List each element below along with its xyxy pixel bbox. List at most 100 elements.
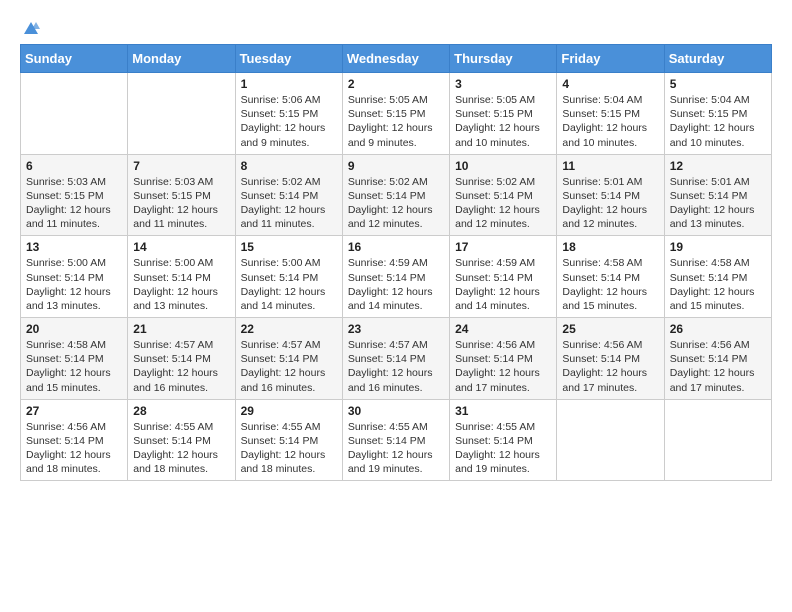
day-detail: Sunrise: 4:56 AM Sunset: 5:14 PM Dayligh… <box>562 338 658 395</box>
calendar-day-header: Sunday <box>21 45 128 73</box>
calendar-day-header: Monday <box>128 45 235 73</box>
day-number: 23 <box>348 322 444 336</box>
day-detail: Sunrise: 4:55 AM Sunset: 5:14 PM Dayligh… <box>241 420 337 477</box>
day-detail: Sunrise: 4:58 AM Sunset: 5:14 PM Dayligh… <box>26 338 122 395</box>
day-number: 15 <box>241 240 337 254</box>
calendar-cell: 17 Sunrise: 4:59 AM Sunset: 5:14 PM Dayli… <box>450 236 557 318</box>
calendar-cell: 25 Sunrise: 4:56 AM Sunset: 5:14 PM Dayli… <box>557 318 664 400</box>
calendar-cell: 16Sunrise: 4:59 AM Sunset: 5:14 PM Dayli… <box>342 236 449 318</box>
day-number: 29 <box>241 404 337 418</box>
day-detail: Sunrise: 5:02 AM Sunset: 5:14 PM Dayligh… <box>348 175 444 232</box>
calendar-cell: 19 Sunrise: 4:58 AM Sunset: 5:14 PM Dayli… <box>664 236 771 318</box>
calendar-cell: 6 Sunrise: 5:03 AM Sunset: 5:15 PM Daylig… <box>21 154 128 236</box>
calendar-cell: 12Sunrise: 5:01 AM Sunset: 5:14 PM Dayli… <box>664 154 771 236</box>
calendar-cell: 22 Sunrise: 4:57 AM Sunset: 5:14 PM Dayli… <box>235 318 342 400</box>
day-number: 10 <box>455 159 551 173</box>
calendar-cell <box>557 399 664 481</box>
day-detail: Sunrise: 4:55 AM Sunset: 5:14 PM Dayligh… <box>133 420 229 477</box>
day-detail: Sunrise: 4:57 AM Sunset: 5:14 PM Dayligh… <box>133 338 229 395</box>
calendar-cell: 4 Sunrise: 5:04 AM Sunset: 5:15 PM Daylig… <box>557 73 664 155</box>
calendar-week-row: 1Sunrise: 5:06 AM Sunset: 5:15 PM Daylig… <box>21 73 772 155</box>
day-number: 1 <box>241 77 337 91</box>
calendar-cell: 28Sunrise: 4:55 AM Sunset: 5:14 PM Dayli… <box>128 399 235 481</box>
day-detail: Sunrise: 4:58 AM Sunset: 5:14 PM Dayligh… <box>562 256 658 313</box>
calendar-cell: 18 Sunrise: 4:58 AM Sunset: 5:14 PM Dayli… <box>557 236 664 318</box>
day-number: 27 <box>26 404 122 418</box>
calendar-cell: 31 Sunrise: 4:55 AM Sunset: 5:14 PM Dayli… <box>450 399 557 481</box>
calendar-cell: 10 Sunrise: 5:02 AM Sunset: 5:14 PM Dayli… <box>450 154 557 236</box>
calendar-cell: 21 Sunrise: 4:57 AM Sunset: 5:14 PM Dayli… <box>128 318 235 400</box>
day-detail: Sunrise: 5:03 AM Sunset: 5:15 PM Dayligh… <box>26 175 122 232</box>
day-detail: Sunrise: 5:05 AM Sunset: 5:15 PM Dayligh… <box>455 93 551 150</box>
day-detail: Sunrise: 5:03 AM Sunset: 5:15 PM Dayligh… <box>133 175 229 232</box>
day-detail: Sunrise: 4:59 AM Sunset: 5:14 PM Dayligh… <box>348 256 444 313</box>
day-number: 18 <box>562 240 658 254</box>
calendar-cell: 20 Sunrise: 4:58 AM Sunset: 5:14 PM Dayli… <box>21 318 128 400</box>
calendar-cell: 9Sunrise: 5:02 AM Sunset: 5:14 PM Daylig… <box>342 154 449 236</box>
day-number: 4 <box>562 77 658 91</box>
calendar-cell: 8 Sunrise: 5:02 AM Sunset: 5:14 PM Daylig… <box>235 154 342 236</box>
calendar-week-row: 27 Sunrise: 4:56 AM Sunset: 5:14 PM Dayli… <box>21 399 772 481</box>
calendar-cell: 26 Sunrise: 4:56 AM Sunset: 5:14 PM Dayli… <box>664 318 771 400</box>
calendar-day-header: Thursday <box>450 45 557 73</box>
calendar-cell: 2 Sunrise: 5:05 AM Sunset: 5:15 PM Daylig… <box>342 73 449 155</box>
day-detail: Sunrise: 4:55 AM Sunset: 5:14 PM Dayligh… <box>455 420 551 477</box>
calendar-week-row: 20 Sunrise: 4:58 AM Sunset: 5:14 PM Dayli… <box>21 318 772 400</box>
day-detail: Sunrise: 4:57 AM Sunset: 5:14 PM Dayligh… <box>241 338 337 395</box>
day-number: 21 <box>133 322 229 336</box>
day-number: 24 <box>455 322 551 336</box>
calendar-cell <box>664 399 771 481</box>
day-number: 25 <box>562 322 658 336</box>
day-detail: Sunrise: 5:00 AM Sunset: 5:14 PM Dayligh… <box>133 256 229 313</box>
logo <box>20 20 42 38</box>
day-detail: Sunrise: 5:05 AM Sunset: 5:15 PM Dayligh… <box>348 93 444 150</box>
day-number: 20 <box>26 322 122 336</box>
day-detail: Sunrise: 5:00 AM Sunset: 5:14 PM Dayligh… <box>241 256 337 313</box>
calendar-week-row: 6 Sunrise: 5:03 AM Sunset: 5:15 PM Daylig… <box>21 154 772 236</box>
day-detail: Sunrise: 5:00 AM Sunset: 5:14 PM Dayligh… <box>26 256 122 313</box>
day-detail: Sunrise: 5:02 AM Sunset: 5:14 PM Dayligh… <box>455 175 551 232</box>
day-detail: Sunrise: 4:58 AM Sunset: 5:14 PM Dayligh… <box>670 256 766 313</box>
calendar-day-header: Wednesday <box>342 45 449 73</box>
logo-icon <box>22 20 40 38</box>
day-number: 6 <box>26 159 122 173</box>
day-number: 8 <box>241 159 337 173</box>
day-number: 26 <box>670 322 766 336</box>
calendar-cell <box>21 73 128 155</box>
day-number: 3 <box>455 77 551 91</box>
day-number: 13 <box>26 240 122 254</box>
day-number: 30 <box>348 404 444 418</box>
day-detail: Sunrise: 4:56 AM Sunset: 5:14 PM Dayligh… <box>670 338 766 395</box>
calendar-cell <box>128 73 235 155</box>
day-number: 19 <box>670 240 766 254</box>
calendar-day-header: Saturday <box>664 45 771 73</box>
calendar-cell: 7Sunrise: 5:03 AM Sunset: 5:15 PM Daylig… <box>128 154 235 236</box>
calendar-cell: 3 Sunrise: 5:05 AM Sunset: 5:15 PM Daylig… <box>450 73 557 155</box>
calendar-header-row: SundayMondayTuesdayWednesdayThursdayFrid… <box>21 45 772 73</box>
day-number: 5 <box>670 77 766 91</box>
day-detail: Sunrise: 4:55 AM Sunset: 5:14 PM Dayligh… <box>348 420 444 477</box>
day-detail: Sunrise: 5:04 AM Sunset: 5:15 PM Dayligh… <box>562 93 658 150</box>
day-detail: Sunrise: 5:01 AM Sunset: 5:14 PM Dayligh… <box>562 175 658 232</box>
day-detail: Sunrise: 4:57 AM Sunset: 5:14 PM Dayligh… <box>348 338 444 395</box>
calendar-cell: 30 Sunrise: 4:55 AM Sunset: 5:14 PM Dayli… <box>342 399 449 481</box>
day-number: 31 <box>455 404 551 418</box>
calendar-week-row: 13 Sunrise: 5:00 AM Sunset: 5:14 PM Dayli… <box>21 236 772 318</box>
day-number: 2 <box>348 77 444 91</box>
calendar-cell: 23 Sunrise: 4:57 AM Sunset: 5:14 PM Dayli… <box>342 318 449 400</box>
calendar-cell: 24 Sunrise: 4:56 AM Sunset: 5:14 PM Dayli… <box>450 318 557 400</box>
day-detail: Sunrise: 5:02 AM Sunset: 5:14 PM Dayligh… <box>241 175 337 232</box>
day-number: 17 <box>455 240 551 254</box>
day-number: 14 <box>133 240 229 254</box>
day-detail: Sunrise: 5:01 AM Sunset: 5:14 PM Dayligh… <box>670 175 766 232</box>
calendar-day-header: Friday <box>557 45 664 73</box>
day-detail: Sunrise: 4:56 AM Sunset: 5:14 PM Dayligh… <box>455 338 551 395</box>
calendar-cell: 5Sunrise: 5:04 AM Sunset: 5:15 PM Daylig… <box>664 73 771 155</box>
calendar-cell: 14 Sunrise: 5:00 AM Sunset: 5:14 PM Dayli… <box>128 236 235 318</box>
calendar-cell: 15 Sunrise: 5:00 AM Sunset: 5:14 PM Dayli… <box>235 236 342 318</box>
day-number: 22 <box>241 322 337 336</box>
calendar-day-header: Tuesday <box>235 45 342 73</box>
day-detail: Sunrise: 4:56 AM Sunset: 5:14 PM Dayligh… <box>26 420 122 477</box>
calendar-table: SundayMondayTuesdayWednesdayThursdayFrid… <box>20 44 772 481</box>
day-detail: Sunrise: 4:59 AM Sunset: 5:14 PM Dayligh… <box>455 256 551 313</box>
